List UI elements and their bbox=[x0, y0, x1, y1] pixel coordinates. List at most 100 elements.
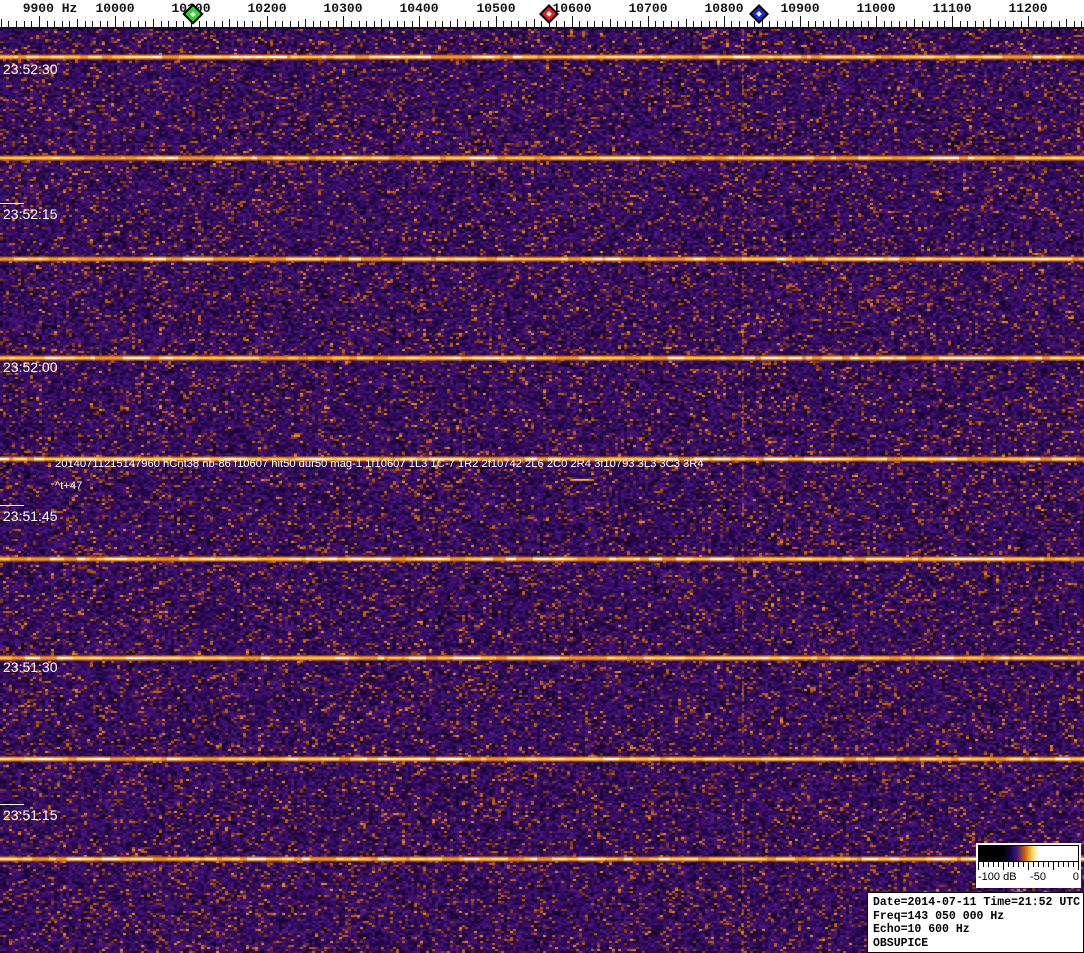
freq-tick bbox=[808, 21, 809, 27]
freq-tick bbox=[1066, 19, 1067, 27]
freq-tick bbox=[823, 21, 824, 27]
freq-label: 10200 bbox=[247, 1, 287, 16]
freq-tick bbox=[374, 21, 375, 27]
freq-tick bbox=[130, 21, 131, 27]
spectrogram-canvas[interactable] bbox=[0, 29, 1084, 953]
freq-tick bbox=[617, 21, 618, 27]
freq-tick bbox=[69, 21, 70, 27]
freq-tick bbox=[282, 21, 283, 27]
freq-tick bbox=[62, 21, 63, 27]
freq-tick bbox=[153, 19, 154, 27]
freq-tick bbox=[739, 21, 740, 27]
freq-tick bbox=[450, 21, 451, 27]
freq-tick bbox=[298, 21, 299, 27]
freq-tick bbox=[754, 21, 755, 27]
freq-tick bbox=[610, 19, 611, 27]
freq-tick bbox=[1081, 21, 1082, 27]
freq-tick bbox=[244, 21, 245, 27]
freq-tick bbox=[572, 16, 573, 27]
freq-tick bbox=[937, 21, 938, 27]
freq-label: 10900 bbox=[780, 1, 820, 16]
freq-tick bbox=[359, 21, 360, 27]
freq-label: 10700 bbox=[628, 1, 668, 16]
freq-tick bbox=[442, 21, 443, 27]
freq-tick bbox=[77, 19, 78, 27]
freq-tick bbox=[85, 21, 86, 27]
freq-tick bbox=[503, 21, 504, 27]
freq-tick bbox=[100, 21, 101, 27]
freq-tick bbox=[998, 21, 999, 27]
freq-tick bbox=[541, 21, 542, 27]
freq-tick bbox=[564, 21, 565, 27]
freq-tick bbox=[534, 19, 535, 27]
freq-tick bbox=[161, 21, 162, 27]
freq-tick bbox=[488, 21, 489, 27]
freq-tick bbox=[496, 16, 497, 27]
freq-tick bbox=[290, 21, 291, 27]
freq-tick bbox=[92, 21, 93, 27]
freq-tick bbox=[123, 21, 124, 27]
freq-tick bbox=[1028, 16, 1029, 27]
freq-tick bbox=[237, 21, 238, 27]
freq-tick bbox=[952, 16, 953, 27]
freq-tick bbox=[313, 21, 314, 27]
freq-tick bbox=[861, 21, 862, 27]
freq-tick bbox=[336, 21, 337, 27]
freq-tick bbox=[480, 21, 481, 27]
freq-tick bbox=[884, 21, 885, 27]
freq-tick bbox=[579, 21, 580, 27]
freq-tick bbox=[891, 21, 892, 27]
freq-tick bbox=[404, 21, 405, 27]
freq-tick bbox=[465, 21, 466, 27]
freq-tick bbox=[709, 21, 710, 27]
freq-tick bbox=[145, 21, 146, 27]
freq-label: 11000 bbox=[856, 1, 896, 16]
freq-label: 11100 bbox=[932, 1, 972, 16]
freq-tick bbox=[526, 21, 527, 27]
freq-tick bbox=[252, 21, 253, 27]
freq-tick bbox=[640, 21, 641, 27]
freq-tick bbox=[412, 21, 413, 27]
freq-tick bbox=[138, 21, 139, 27]
freq-tick bbox=[876, 16, 877, 27]
freq-tick bbox=[1036, 21, 1037, 27]
freq-tick bbox=[473, 21, 474, 27]
freq-tick bbox=[457, 19, 458, 27]
freq-tick bbox=[830, 21, 831, 27]
freq-tick bbox=[632, 21, 633, 27]
freq-tick bbox=[206, 21, 207, 27]
freq-tick bbox=[1051, 21, 1052, 27]
freq-tick bbox=[381, 19, 382, 27]
freq-tick bbox=[648, 16, 649, 27]
freq-tick bbox=[168, 21, 169, 27]
freq-tick bbox=[724, 16, 725, 27]
freq-tick bbox=[39, 16, 40, 27]
freq-tick bbox=[214, 21, 215, 27]
freq-tick bbox=[671, 21, 672, 27]
freq-label: 10400 bbox=[399, 1, 439, 16]
freq-tick bbox=[960, 21, 961, 27]
freq-tick bbox=[975, 21, 976, 27]
freq-tick bbox=[427, 21, 428, 27]
freq-tick bbox=[419, 16, 420, 27]
freq-tick bbox=[8, 21, 9, 27]
freq-tick bbox=[625, 21, 626, 27]
freq-tick bbox=[929, 21, 930, 27]
freq-label: 10300 bbox=[323, 1, 363, 16]
freq-tick bbox=[107, 21, 108, 27]
freq-tick bbox=[731, 21, 732, 27]
freq-tick bbox=[678, 21, 679, 27]
freq-tick bbox=[785, 21, 786, 27]
freq-tick bbox=[183, 21, 184, 27]
freq-tick bbox=[260, 21, 261, 27]
freq-tick bbox=[24, 21, 25, 27]
freq-tick bbox=[853, 21, 854, 27]
freq-tick bbox=[320, 21, 321, 27]
freq-tick bbox=[777, 21, 778, 27]
freq-tick bbox=[769, 21, 770, 27]
spectrogram-app: 9900 Hz100001010010200103001040010500106… bbox=[0, 0, 1084, 953]
freq-tick bbox=[435, 21, 436, 27]
freq-tick bbox=[922, 21, 923, 27]
freq-tick bbox=[366, 21, 367, 27]
freq-tick bbox=[397, 21, 398, 27]
